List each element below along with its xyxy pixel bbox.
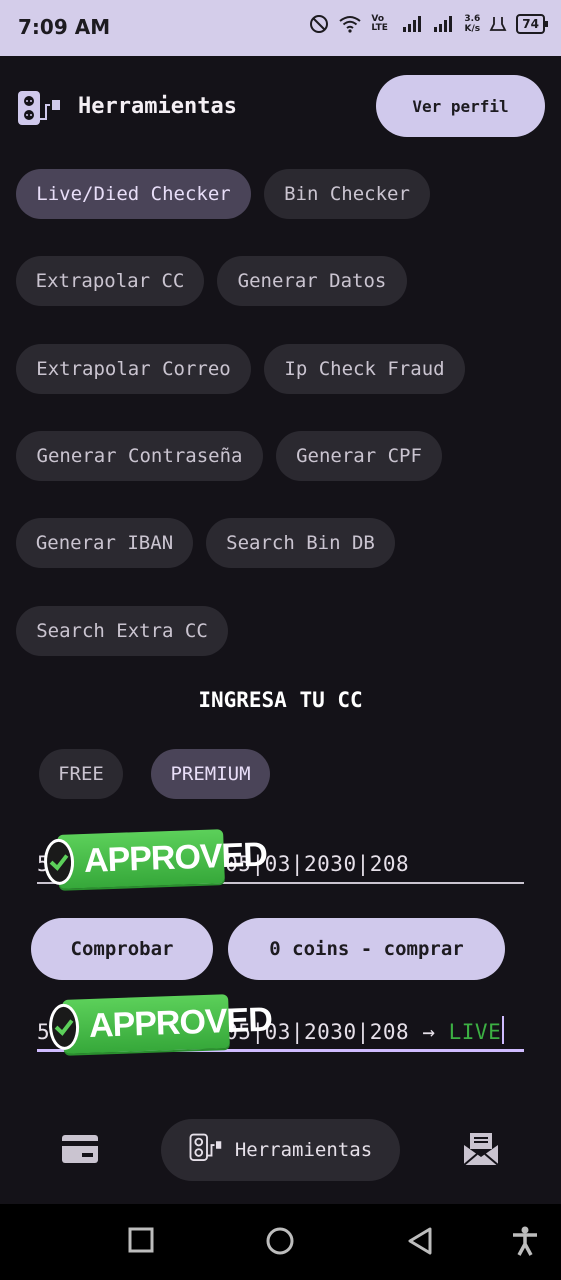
- approved-text: APPROVED: [83, 835, 268, 880]
- status-icons: Vo LTE 3.6 K/s 74: [309, 14, 548, 34]
- text-caret: [502, 1016, 505, 1044]
- status-time: 7:09 AM: [18, 15, 111, 39]
- home-icon[interactable]: [265, 1226, 295, 1260]
- approved-sticker: APPROVED: [43, 829, 267, 889]
- app-bar: Herramientas Ver perfil: [0, 56, 561, 156]
- tool-chip-search-bin-db[interactable]: Search Bin DB: [206, 518, 395, 568]
- signal-icon: [433, 15, 455, 33]
- accessibility-icon[interactable]: [511, 1226, 539, 1260]
- status-bar: 7:09 AM Vo LTE 3.6 K/s 74: [0, 0, 561, 56]
- tool-chip-ip-check-fraud[interactable]: Ip Check Fraud: [264, 344, 465, 394]
- tool-chip-search-extra-cc[interactable]: Search Extra CC: [16, 606, 228, 656]
- nav-item-messages[interactable]: [451, 1126, 511, 1176]
- nav-item-cards[interactable]: [50, 1126, 110, 1176]
- tool-chip-generar-contrasena[interactable]: Generar Contraseña: [16, 431, 263, 481]
- approved-text: APPROVED: [88, 1000, 273, 1045]
- lte-label: Vo LTE: [371, 14, 388, 33]
- tool-chip-generar-iban[interactable]: Generar IBAN: [16, 518, 193, 568]
- check-button[interactable]: Comprobar: [31, 918, 213, 980]
- live-status: LIVE: [448, 1020, 502, 1044]
- section-title: INGRESA TU CC: [198, 688, 363, 712]
- page-title: Herramientas: [78, 94, 237, 119]
- tool-chip-live-died-checker[interactable]: Live/Died Checker: [16, 169, 251, 219]
- mail-icon: [463, 1132, 499, 1170]
- tools-icon: [16, 89, 64, 133]
- tool-chip-generar-cpf[interactable]: Generar CPF: [276, 431, 442, 481]
- buy-coins-button[interactable]: 0 coins - comprar: [228, 918, 505, 980]
- tool-chip-extrapolar-correo[interactable]: Extrapolar Correo: [16, 344, 251, 394]
- arrow-icon: →: [422, 1020, 436, 1044]
- network-speed: 3.6 K/s: [464, 14, 481, 34]
- tool-chip-extrapolar-cc[interactable]: Extrapolar CC: [16, 256, 204, 306]
- mode-chip-free[interactable]: FREE: [39, 749, 123, 799]
- wifi-icon: [338, 14, 362, 34]
- nav-item-tools[interactable]: Herramientas: [161, 1119, 400, 1181]
- do-not-disturb-icon: [309, 14, 329, 34]
- approved-sticker: APPROVED: [48, 994, 272, 1054]
- back-icon[interactable]: [406, 1226, 434, 1260]
- battery-icon: 74: [516, 14, 548, 34]
- tool-chip-generar-datos[interactable]: Generar Datos: [217, 256, 407, 306]
- credit-card-icon: [61, 1134, 99, 1168]
- tool-chip-bin-checker[interactable]: Bin Checker: [264, 169, 430, 219]
- tools-icon: [189, 1132, 225, 1169]
- signal-icon: [402, 15, 424, 33]
- nav-item-tools-label: Herramientas: [234, 1139, 373, 1161]
- view-profile-button[interactable]: Ver perfil: [376, 75, 545, 137]
- recents-icon[interactable]: [127, 1226, 155, 1258]
- checkmark-icon: [48, 1003, 80, 1051]
- mode-chip-premium[interactable]: PREMIUM: [151, 749, 270, 799]
- usb-debug-icon: [489, 15, 507, 33]
- system-navigation-bar: [0, 1204, 561, 1280]
- checkmark-icon: [43, 838, 75, 886]
- bottom-navigation: Herramientas: [0, 1100, 561, 1204]
